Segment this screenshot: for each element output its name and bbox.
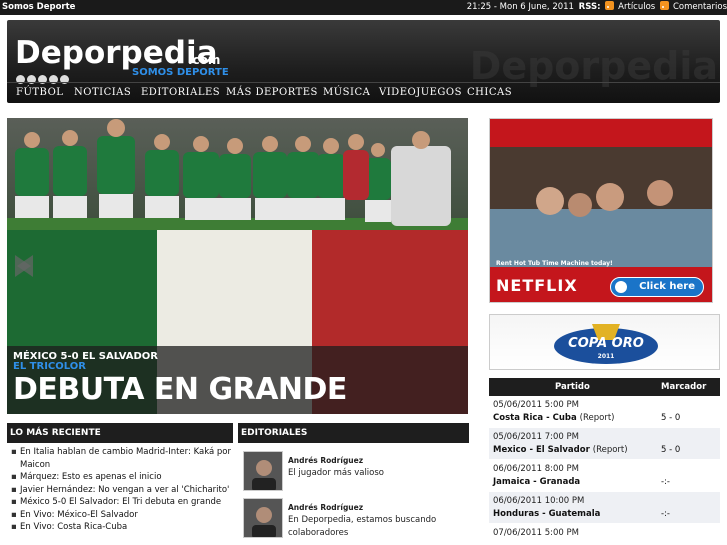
slide-caption[interactable]: MÉXICO 5-0 EL SALVADOR EL TRICOLOR DEBUT… xyxy=(7,346,468,414)
nav-editoriales[interactable]: EDITORIALES xyxy=(141,87,220,98)
copa-oro-year: 2011 xyxy=(597,353,615,360)
editorial-item[interactable]: Andrés Rodríguez En Deporpedia, estamos … xyxy=(243,498,469,538)
nav-musica[interactable]: MÚSICA xyxy=(323,87,370,98)
col-partido: Partido xyxy=(555,382,590,392)
match-score: -:- xyxy=(661,509,670,519)
rss-icon xyxy=(605,1,615,10)
scores-table: Partido Marcador 05/06/2011 5:00 PM Cost… xyxy=(489,378,720,545)
match-date: 05/06/2011 5:00 PM xyxy=(493,400,579,410)
nav-noticias[interactable]: NOTICIAS xyxy=(74,87,131,98)
ad-image xyxy=(490,119,712,302)
current-datetime: 21:25 - Mon 6 June, 2011 xyxy=(466,2,574,12)
match-date: 06/06/2011 8:00 PM xyxy=(493,464,579,474)
match-teams: Honduras - Guatemala xyxy=(493,509,601,519)
match-score: 5 - 0 xyxy=(661,445,681,455)
nav-chicas[interactable]: CHICAS xyxy=(467,87,512,98)
author-avatar xyxy=(243,498,283,538)
editorial-title[interactable]: El jugador más valioso xyxy=(288,467,468,480)
nav-futbol[interactable]: FÚTBOL xyxy=(16,87,63,98)
sports-balls-icon xyxy=(16,69,76,84)
match-teams: Jamaica - Granada xyxy=(493,477,581,487)
editorial-title[interactable]: En Deporpedia, estamos buscando colabora… xyxy=(288,514,468,540)
table-row: 07/06/2011 5:00 PM xyxy=(489,524,720,545)
page: Somos Deporte 21:25 - Mon 6 June, 2011 R… xyxy=(0,0,727,545)
col-marcador: Marcador xyxy=(661,382,707,392)
logo-com: .com xyxy=(188,53,221,67)
table-row: 06/06/2011 8:00 PM Jamaica - Granada -:- xyxy=(489,460,720,492)
ad-caption: Rent Hot Tub Time Machine today! xyxy=(496,260,613,267)
author-avatar xyxy=(243,451,283,491)
match-date: 05/06/2011 7:00 PM xyxy=(493,432,579,442)
match-teams: Costa Rica - Cuba (Report) xyxy=(493,413,615,423)
netflix-logo: NETFLIX xyxy=(496,276,578,295)
recent-heading: LO MÁS RECIENTE xyxy=(7,423,233,443)
slide-title[interactable]: DEBUTA EN GRANDE xyxy=(13,372,347,407)
slide-subtitle: EL TRICOLOR xyxy=(13,361,86,372)
recent-list: En Italia hablan de cambio Madrid-Inter:… xyxy=(7,446,235,534)
nav-mas-deportes[interactable]: MÁS DEPORTES xyxy=(226,87,318,98)
match-score: -:- xyxy=(661,477,670,487)
scores-header: Partido Marcador xyxy=(489,378,720,396)
logo-tagline: SOMOS DEPORTE xyxy=(132,67,229,78)
ad-click-here-button[interactable]: Click here xyxy=(610,277,704,297)
copa-oro-banner[interactable]: COPA ORO 2011 xyxy=(489,314,720,370)
netflix-ad[interactable]: Rent Hot Tub Time Machine today! NETFLIX… xyxy=(489,118,713,303)
site-header: Deporpedia Deporpedia .com SOMOS DEPORTE… xyxy=(7,20,720,103)
table-row: 05/06/2011 7:00 PM Mexico - El Salvador … xyxy=(489,428,720,460)
recent-item[interactable]: México 5-0 El Salvador: El Tri debuta en… xyxy=(7,496,235,509)
editorial-item[interactable]: Andrés Rodríguez El jugador más valioso xyxy=(243,451,469,491)
top-bar: Somos Deporte 21:25 - Mon 6 June, 2011 R… xyxy=(0,0,727,15)
match-date: 07/06/2011 5:00 PM xyxy=(493,528,579,538)
main-nav: FÚTBOL NOTICIAS EDITORIALES MÁS DEPORTES… xyxy=(7,82,720,103)
recent-item[interactable]: En Vivo: México-El Salvador xyxy=(7,509,235,522)
table-row: 06/06/2011 10:00 PM Honduras - Guatemala… xyxy=(489,492,720,524)
match-report-link[interactable]: (Report) xyxy=(593,445,628,455)
match-teams: Mexico - El Salvador (Report) xyxy=(493,445,628,455)
table-row: 05/06/2011 5:00 PM Costa Rica - Cuba (Re… xyxy=(489,396,720,428)
editorials-heading: EDITORIALES xyxy=(238,423,469,443)
slider-next-arrow-icon[interactable] xyxy=(7,251,37,281)
rss-articles-link[interactable]: Artículos xyxy=(605,1,655,12)
editorial-author: Andrés Rodríguez xyxy=(288,456,364,465)
recent-item[interactable]: Márquez: Esto es apenas el inicio xyxy=(7,471,235,484)
nav-videojuegos[interactable]: VIDEOJUEGOS xyxy=(379,87,462,98)
match-report-link[interactable]: (Report) xyxy=(580,413,615,423)
recent-item[interactable]: En Italia hablan de cambio Madrid-Inter:… xyxy=(7,446,235,471)
copa-oro-title: COPA ORO xyxy=(568,336,644,351)
rss-label: RSS: xyxy=(578,2,601,12)
recent-item[interactable]: Javier Hernández: No vengan a ver al 'Ch… xyxy=(7,484,235,497)
match-date: 06/06/2011 10:00 PM xyxy=(493,496,585,506)
site-name-link[interactable]: Somos Deporte xyxy=(2,0,75,15)
rss-icon xyxy=(659,1,669,10)
editorial-author: Andrés Rodríguez xyxy=(288,503,364,512)
featured-slider[interactable]: MÉXICO 5-0 EL SALVADOR EL TRICOLOR DEBUT… xyxy=(7,118,468,414)
top-bar-right: 21:25 - Mon 6 June, 2011 RSS: Artículos … xyxy=(465,0,727,15)
rss-comments-link[interactable]: Comentarios xyxy=(659,1,727,12)
match-score: 5 - 0 xyxy=(661,413,681,423)
recent-item[interactable]: En Vivo: Costa Rica-Cuba xyxy=(7,521,235,534)
arrow-circle-icon xyxy=(615,281,627,293)
